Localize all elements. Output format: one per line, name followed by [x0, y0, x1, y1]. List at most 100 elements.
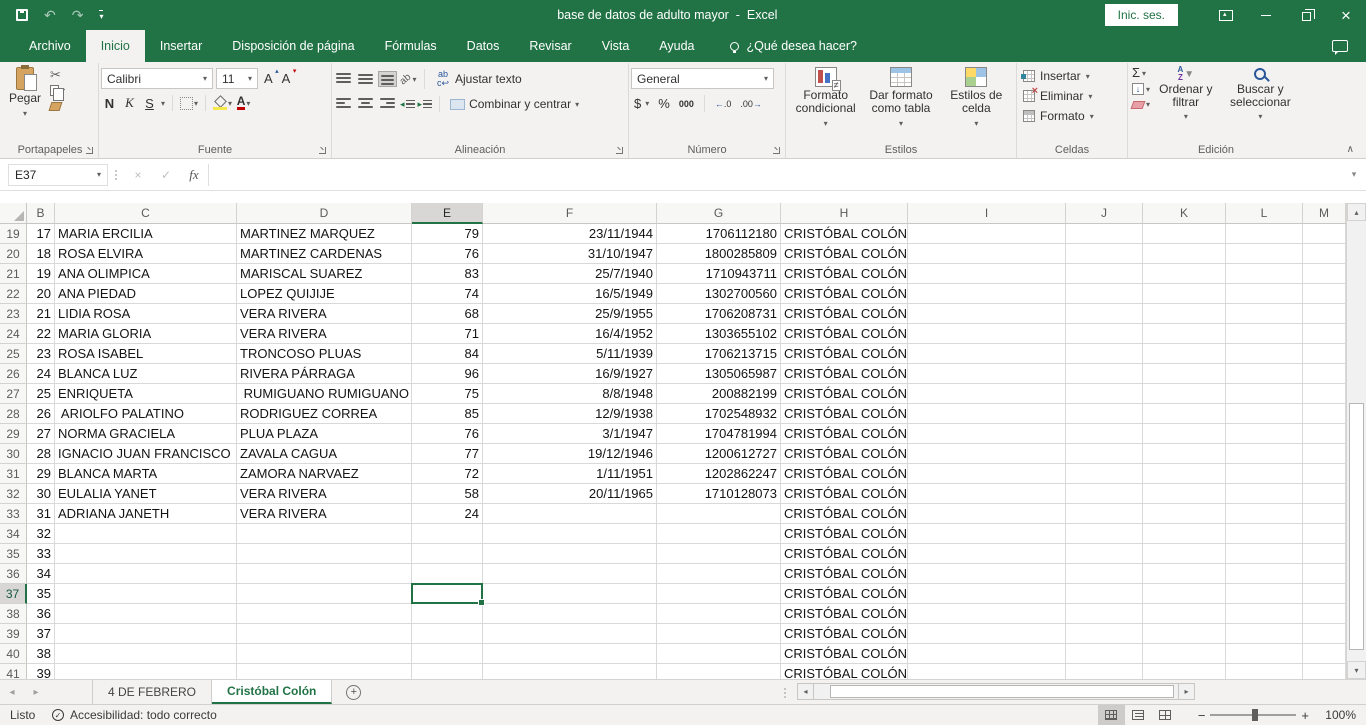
cell-K28[interactable]	[1143, 404, 1226, 424]
horizontal-scrollbar[interactable]: ◂ ▸	[797, 683, 1195, 700]
cell-H32[interactable]: CRISTÓBAL COLÓN	[781, 484, 908, 504]
cell-L35[interactable]	[1226, 544, 1303, 564]
cell-B19[interactable]: 17	[27, 224, 55, 244]
cell-C34[interactable]	[55, 524, 237, 544]
cell-L39[interactable]	[1226, 624, 1303, 644]
cell-J30[interactable]	[1066, 444, 1143, 464]
cell-G24[interactable]: 1303655102	[657, 324, 781, 344]
cell-C35[interactable]	[55, 544, 237, 564]
cell-L37[interactable]	[1226, 584, 1303, 604]
redo-icon[interactable]: ↷	[72, 8, 84, 22]
cell-E25[interactable]: 84	[412, 344, 483, 364]
cell-B32[interactable]: 30	[27, 484, 55, 504]
tab-disposicion-de-pagina[interactable]: Disposición de página	[217, 30, 369, 62]
scroll-down-icon[interactable]: ▾	[1347, 661, 1366, 679]
cell-D19[interactable]: MARTINEZ MARQUEZ	[237, 224, 412, 244]
cell-C41[interactable]	[55, 664, 237, 679]
comma-format-button[interactable]: 000	[676, 97, 697, 111]
cell-C37[interactable]	[55, 584, 237, 604]
cell-D22[interactable]: LOPEZ QUIJIJE	[237, 284, 412, 304]
clear-button[interactable]: ▾	[1132, 99, 1150, 109]
cell-H26[interactable]: CRISTÓBAL COLÓN	[781, 364, 908, 384]
row-header-20[interactable]: 20	[0, 244, 27, 264]
cell-H36[interactable]: CRISTÓBAL COLÓN	[781, 564, 908, 584]
cell-D32[interactable]: VERA RIVERA	[237, 484, 412, 504]
cell-D35[interactable]	[237, 544, 412, 564]
cell-C24[interactable]: MARIA GLORIA	[55, 324, 237, 344]
cell-D20[interactable]: MARTINEZ CARDENAS	[237, 244, 412, 264]
cell-H25[interactable]: CRISTÓBAL COLÓN	[781, 344, 908, 364]
cell-E36[interactable]	[412, 564, 483, 584]
cell-C29[interactable]: NORMA GRACIELA	[55, 424, 237, 444]
cell-J23[interactable]	[1066, 304, 1143, 324]
expand-formula-bar-icon[interactable]: ▾	[1346, 169, 1362, 180]
row-header-22[interactable]: 22	[0, 284, 27, 304]
cell-K29[interactable]	[1143, 424, 1226, 444]
percent-format-button[interactable]: %	[655, 94, 673, 113]
cell-M26[interactable]	[1303, 364, 1346, 384]
cell-J34[interactable]	[1066, 524, 1143, 544]
cell-B23[interactable]: 21	[27, 304, 55, 324]
cell-F32[interactable]: 20/11/1965	[483, 484, 657, 504]
decrease-indent-button[interactable]: ◂	[400, 99, 415, 110]
copy-button[interactable]: ▾	[50, 85, 65, 96]
cell-B24[interactable]: 22	[27, 324, 55, 344]
cell-J35[interactable]	[1066, 544, 1143, 564]
cell-K34[interactable]	[1143, 524, 1226, 544]
cell-I23[interactable]	[908, 304, 1066, 324]
cell-L28[interactable]	[1226, 404, 1303, 424]
cell-M23[interactable]	[1303, 304, 1346, 324]
restore-button[interactable]	[1286, 0, 1326, 30]
horizontal-scroll-track[interactable]	[814, 683, 1178, 700]
cell-I29[interactable]	[908, 424, 1066, 444]
cell-I34[interactable]	[908, 524, 1066, 544]
tab-datos[interactable]: Datos	[452, 30, 515, 62]
zoom-out-icon[interactable]: −	[1193, 708, 1211, 723]
cell-G33[interactable]	[657, 504, 781, 524]
cell-E40[interactable]	[412, 644, 483, 664]
cell-J20[interactable]	[1066, 244, 1143, 264]
cell-I24[interactable]	[908, 324, 1066, 344]
cell-B38[interactable]: 36	[27, 604, 55, 624]
cell-H20[interactable]: CRISTÓBAL COLÓN	[781, 244, 908, 264]
name-box[interactable]: E37▾	[8, 164, 108, 186]
cell-E38[interactable]	[412, 604, 483, 624]
row-header-35[interactable]: 35	[0, 544, 27, 564]
row-header-19[interactable]: 19	[0, 224, 27, 244]
cell-F30[interactable]: 19/12/1946	[483, 444, 657, 464]
cell-K33[interactable]	[1143, 504, 1226, 524]
cell-H29[interactable]: CRISTÓBAL COLÓN	[781, 424, 908, 444]
tab-archivo[interactable]: Archivo	[14, 30, 86, 62]
cell-C22[interactable]: ANA PIEDAD	[55, 284, 237, 304]
cell-F31[interactable]: 1/11/1951	[483, 464, 657, 484]
cell-F33[interactable]	[483, 504, 657, 524]
cell-E33[interactable]: 24	[412, 504, 483, 524]
cell-H19[interactable]: CRISTÓBAL COLÓN	[781, 224, 908, 244]
tab-revisar[interactable]: Revisar	[514, 30, 586, 62]
cell-K35[interactable]	[1143, 544, 1226, 564]
cell-L26[interactable]	[1226, 364, 1303, 384]
cell-K26[interactable]	[1143, 364, 1226, 384]
cell-F34[interactable]	[483, 524, 657, 544]
cell-B40[interactable]: 38	[27, 644, 55, 664]
cell-J27[interactable]	[1066, 384, 1143, 404]
cell-I22[interactable]	[908, 284, 1066, 304]
chevron-down-icon[interactable]: ▾	[161, 99, 165, 108]
scroll-up-icon[interactable]: ▴	[1347, 203, 1366, 221]
row-header-21[interactable]: 21	[0, 264, 27, 284]
cell-F28[interactable]: 12/9/1938	[483, 404, 657, 424]
font-color-button[interactable]: A▾	[235, 94, 252, 112]
cell-K23[interactable]	[1143, 304, 1226, 324]
cell-I19[interactable]	[908, 224, 1066, 244]
row-header-41[interactable]: 41	[0, 664, 27, 679]
cell-B39[interactable]: 37	[27, 624, 55, 644]
undo-icon[interactable]: ↶	[44, 8, 56, 22]
vertical-scroll-thumb[interactable]	[1349, 403, 1364, 650]
cell-G25[interactable]: 1706213715	[657, 344, 781, 364]
row-header-31[interactable]: 31	[0, 464, 27, 484]
cell-I28[interactable]	[908, 404, 1066, 424]
cell-I33[interactable]	[908, 504, 1066, 524]
cell-D26[interactable]: RIVERA PÁRRAGA	[237, 364, 412, 384]
cell-K30[interactable]	[1143, 444, 1226, 464]
cell-I40[interactable]	[908, 644, 1066, 664]
